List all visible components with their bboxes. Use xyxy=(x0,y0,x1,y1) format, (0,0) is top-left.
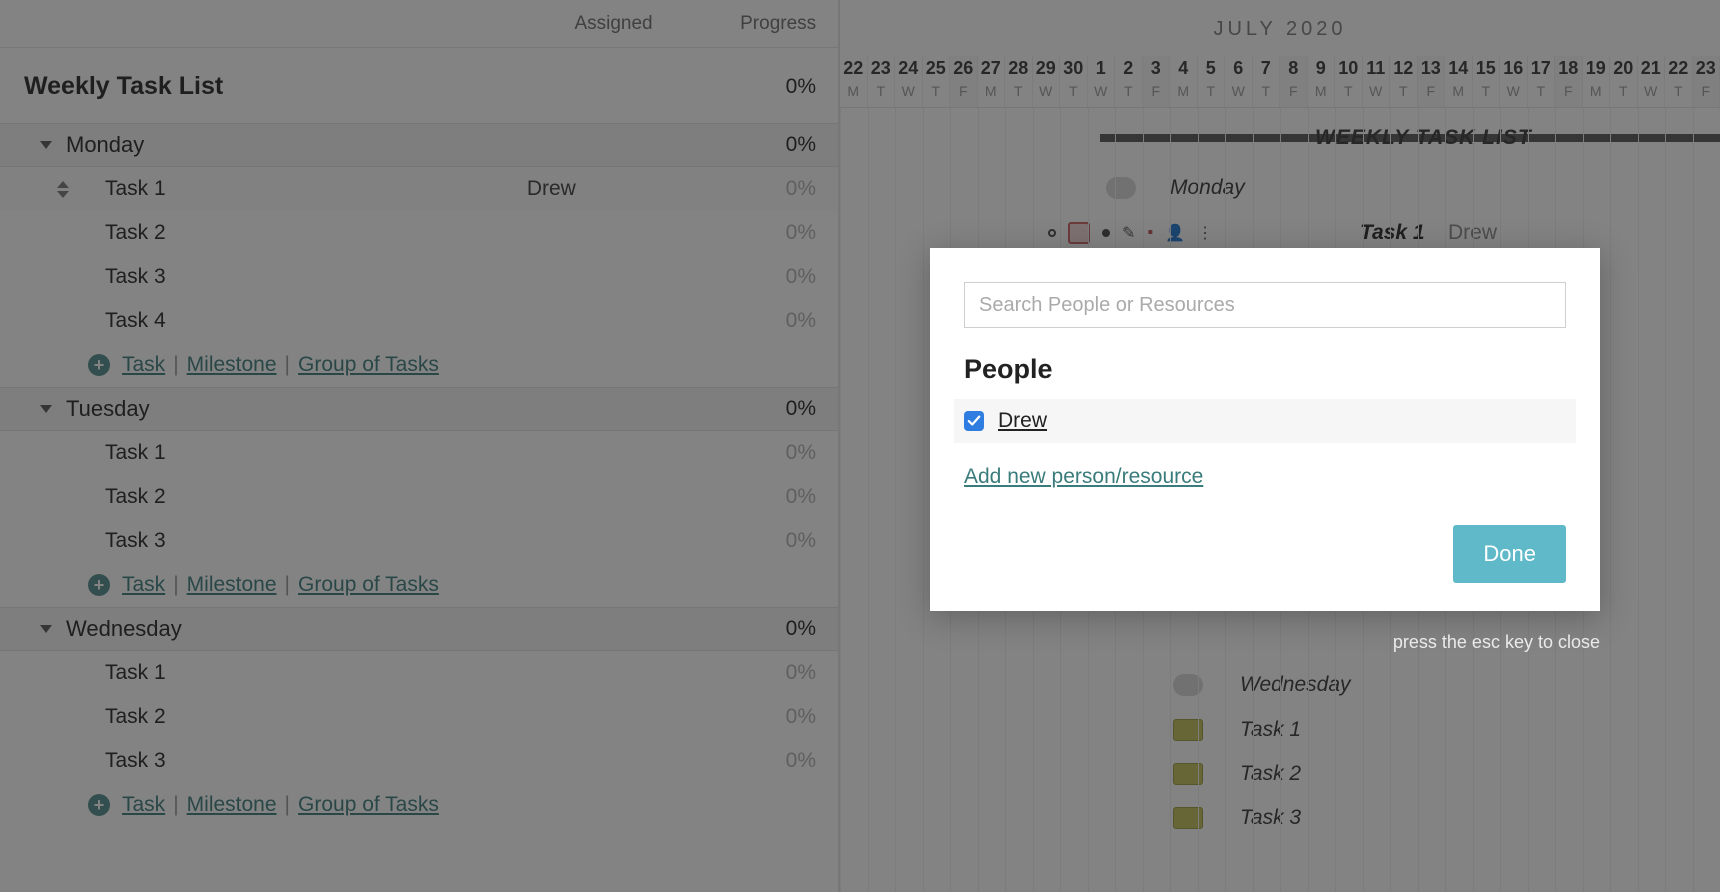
assign-people-modal: People Drew Add new person/resource Done xyxy=(930,248,1600,611)
search-people-input[interactable] xyxy=(964,282,1566,328)
person-row[interactable]: Drew xyxy=(954,399,1576,443)
done-button[interactable]: Done xyxy=(1453,525,1566,583)
add-person-link[interactable]: Add new person/resource xyxy=(964,465,1203,489)
esc-hint: press the esc key to close xyxy=(930,632,1600,653)
person-name-link[interactable]: Drew xyxy=(998,409,1047,433)
people-heading: People xyxy=(964,354,1566,385)
checkbox-checked-icon[interactable] xyxy=(964,411,984,431)
